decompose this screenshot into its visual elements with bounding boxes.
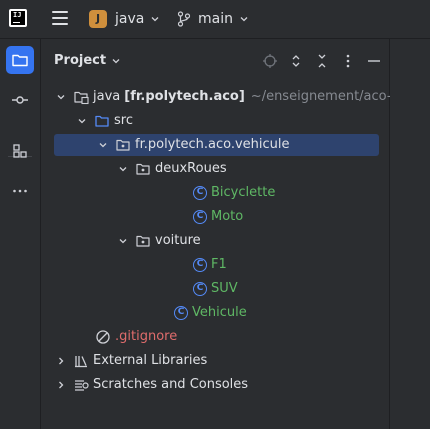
tree-item-label: deuxRoues [155, 161, 227, 176]
editor-area-edge [390, 39, 430, 429]
tree-item-label: fr.polytech.aco.vehicule [135, 137, 290, 152]
tree-item-class-moto[interactable]: C Moto [41, 205, 389, 229]
class-icon: C [193, 282, 207, 296]
collapse-all-icon [318, 54, 326, 68]
tree-item-label: Moto [211, 209, 244, 224]
tree-item-label: External Libraries [93, 353, 208, 368]
main-menu-button[interactable] [52, 11, 68, 25]
tree-item-label: Bicyclette [211, 185, 276, 200]
project-view-selector[interactable]: Project [54, 53, 121, 68]
panel-toolbar [257, 52, 387, 70]
tree-item-gitignore[interactable]: .gitignore [41, 325, 389, 349]
tree-item-java-module[interactable]: java [fr.polytech.aco] ~/enseignement/ac… [41, 85, 400, 109]
tree-item-class-f1[interactable]: C F1 [41, 253, 389, 277]
hide-icon [368, 60, 380, 62]
tree-item-class-suv[interactable]: C SUV [41, 277, 389, 301]
project-tool-button[interactable] [6, 46, 34, 74]
chevron-right-icon[interactable] [55, 379, 67, 391]
project-badge: J [89, 10, 107, 28]
class-icon: C [174, 306, 188, 320]
structure-icon [13, 144, 27, 158]
main-toolbar: IJ J java main [0, 0, 430, 39]
chevron-down-icon[interactable] [55, 91, 67, 103]
more-icon [13, 189, 27, 193]
tree-item-package-deuxroues[interactable]: deuxRoues [41, 157, 389, 181]
panel-title: Project [54, 53, 107, 68]
chevron-down-icon[interactable] [97, 139, 109, 151]
package-icon [136, 235, 150, 247]
libraries-icon [75, 356, 87, 368]
chevron-down-icon [112, 58, 120, 63]
chevron-down-icon[interactable] [117, 235, 129, 247]
tree-item-external-libraries[interactable]: External Libraries [41, 349, 389, 373]
tool-window-stripe [0, 39, 41, 429]
class-icon: C [193, 186, 207, 200]
scratches-icon [75, 380, 89, 391]
options-icon [346, 54, 350, 68]
tree-item-class-bicyclette[interactable]: C Bicyclette [41, 181, 389, 205]
branch-icon [177, 11, 191, 27]
collapse-all-button[interactable] [309, 52, 335, 70]
commit-icon [12, 96, 28, 104]
structure-tool-button[interactable] [6, 137, 34, 165]
project-selector[interactable]: J java [89, 8, 160, 30]
commit-tool-button[interactable] [6, 86, 34, 114]
more-tools-button[interactable] [6, 177, 34, 205]
intellij-logo-icon[interactable]: IJ [9, 9, 27, 27]
class-icon: C [193, 258, 207, 272]
tree-item-label: java [93, 89, 121, 104]
chevron-down-icon [151, 17, 159, 22]
vcs-branch-selector[interactable]: main [177, 8, 249, 30]
project-tool-window: Project java [fr.polytech.aco] ~/enseign… [41, 39, 400, 429]
project-tree[interactable]: java [fr.polytech.aco] ~/enseignement/ac… [41, 85, 400, 397]
tree-item-path: ~/enseignement/aco-2 [250, 89, 400, 104]
tree-item-class-vehicule[interactable]: C Vehicule [41, 301, 389, 325]
source-folder-icon [95, 115, 109, 127]
tree-item-label: Vehicule [192, 305, 247, 320]
locate-button[interactable] [257, 52, 283, 70]
tree-item-label: voiture [155, 233, 201, 248]
tree-item-package-voiture[interactable]: voiture [41, 229, 389, 253]
tree-item-label: src [114, 113, 133, 128]
chevron-down-icon[interactable] [117, 163, 129, 175]
hide-button[interactable] [361, 52, 387, 70]
expand-all-icon [292, 55, 300, 67]
chevron-down-icon[interactable] [76, 115, 88, 127]
tree-item-src[interactable]: src [41, 109, 389, 133]
tree-item-package-prefix: [fr.polytech.aco] [124, 89, 245, 104]
options-button[interactable] [335, 52, 361, 70]
package-icon [136, 163, 150, 175]
folder-icon [12, 54, 28, 67]
package-icon [116, 139, 130, 151]
tree-item-label: .gitignore [115, 329, 178, 344]
project-name: java [115, 11, 145, 27]
ignored-file-icon [96, 330, 110, 344]
tree-item-label: SUV [211, 281, 238, 296]
chevron-down-icon [240, 17, 248, 22]
tree-item-label: F1 [211, 257, 227, 272]
tree-item-label: Scratches and Consoles [93, 377, 249, 392]
tree-item-scratches[interactable]: Scratches and Consoles [41, 373, 389, 397]
tree-item-package-vehicule[interactable]: fr.polytech.aco.vehicule [41, 133, 389, 157]
locate-icon [263, 54, 277, 68]
expand-all-button[interactable] [283, 52, 309, 70]
logo-text: IJ [13, 11, 22, 19]
module-folder-icon [74, 91, 89, 105]
class-icon: C [193, 210, 207, 224]
chevron-right-icon[interactable] [55, 355, 67, 367]
branch-name: main [198, 11, 233, 27]
